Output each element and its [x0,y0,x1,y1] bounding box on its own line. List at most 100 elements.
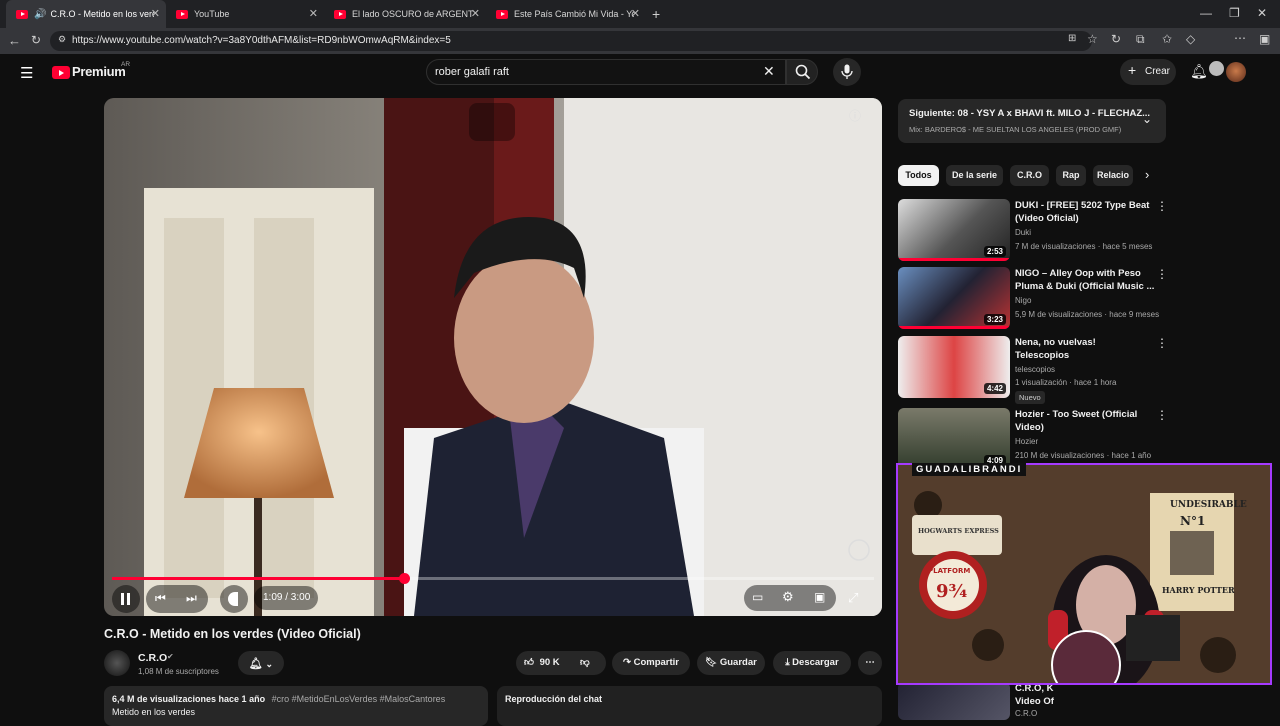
close-window-icon[interactable]: ✕ [1257,6,1267,20]
video-thumbnail[interactable] [898,682,1010,720]
poster-name: HARRY POTTER [1162,585,1235,595]
extension-icon[interactable]: ↻ [1111,32,1121,46]
close-tab-icon[interactable]: ✕ [471,7,480,20]
tab-youtube[interactable]: YouTube ✕ [166,0,324,28]
more-vertical-icon[interactable]: ⋮ [1156,336,1168,350]
close-tab-icon[interactable]: ✕ [631,7,640,20]
download-button[interactable]: ⤓ Descargar [773,651,851,675]
chip-rap[interactable]: Rap [1056,165,1086,186]
subscribe-notifications-button[interactable]: 🔔︎ ⌄ [238,651,284,675]
create-label: Crear [1145,66,1171,77]
tab-pais[interactable]: Este País Cambió Mi Vida - YouTub ✕ [486,0,646,28]
progress-scrubber-handle[interactable] [398,573,410,584]
clear-search-icon[interactable]: ✕ [763,63,775,80]
svg-text:ⓘ: ⓘ [849,109,861,123]
download-icon: ⤓ [785,657,790,668]
split-screen-icon[interactable]: ⧉ [1136,32,1145,47]
close-tab-icon[interactable]: ✕ [151,7,160,20]
recommendation-item[interactable]: 3:23 NIGO – Alley Oop with Peso Pluma & … [898,267,1168,329]
chip-de-la-serie[interactable]: De la serie [946,165,1003,186]
chat-replay-panel[interactable]: Reproducción del chat [497,686,882,726]
video-thumbnail[interactable]: 3:23 [898,267,1010,329]
minimize-icon[interactable]: — [1200,6,1212,20]
more-vertical-icon[interactable]: ⋮ [1156,199,1168,213]
voice-search-button[interactable] [833,58,861,86]
create-button[interactable]: + Crear [1120,59,1176,85]
previous-video-icon[interactable]: ⏮ [155,591,166,606]
more-vertical-icon[interactable]: ⋮ [1156,408,1168,422]
verified-check-icon: ✔ [167,652,174,661]
hamburger-menu-icon[interactable]: ☰ [20,64,33,82]
speaker-icon[interactable]: 🔊 [34,9,46,20]
like-count: 90 K [539,657,560,668]
recommendation-item[interactable]: 4:09 Hozier - Too Sweet (Official Video)… [898,408,1168,470]
fullscreen-icon[interactable]: ⤢ [848,590,858,606]
rec-meta: 1 visualización · hace 1 hora [1015,378,1117,387]
watched-progress [898,326,1010,329]
chip-todos[interactable]: Todos [898,165,939,186]
tab-argentina[interactable]: El lado OSCURO de ARGENTINA # ✕ [324,0,486,28]
subtitles-icon[interactable]: ▭ [752,590,763,604]
chip-relacionados[interactable]: Relacio [1093,165,1133,186]
pause-button[interactable] [112,585,140,613]
notifications-bell-icon[interactable]: 🔔︎ [1190,63,1208,80]
search-button[interactable] [786,59,818,85]
like-button[interactable]: 👍︎ 90 K [524,656,560,668]
save-button[interactable]: 🔖︎ Guardar [697,651,765,675]
site-info-icon[interactable]: ⚙ [58,34,66,45]
platform-label: PLATFORM [928,567,970,575]
youtube-logo-icon[interactable] [52,66,70,79]
video-player[interactable]: ⓘ ⏮ ⏭ 1:09 / 3:00 ▭ ⚙ ▣ ⤢ [104,98,882,616]
maximize-icon[interactable]: ❐ [1229,6,1240,20]
tab-cro[interactable]: 🔊 C.R.O - Metido en los verdes ✕ [6,0,166,28]
pause-icon [121,593,124,605]
new-tab-icon[interactable]: + [652,6,660,22]
video-title: C.R.O - Metido en los verdes (Video Ofic… [104,627,361,641]
more-menu-icon[interactable]: ⋯ [1234,31,1246,45]
recommendation-item[interactable]: 4:42 Nena, no vuelvas! Telescopios teles… [898,336,1168,404]
share-button[interactable]: ↷ Compartir [612,651,690,675]
more-vertical-icon[interactable]: ⋮ [1156,267,1168,281]
up-next-mix-panel[interactable]: Siguiente: 08 - YSY A x BHAVI ft. MILO J… [898,99,1166,143]
settings-gear-icon[interactable]: ⚙ [782,589,794,605]
duration-badge: 2:53 [983,246,1006,257]
sidebar-toggle-icon[interactable]: ▣ [1259,32,1270,46]
up-next-title: Siguiente: 08 - YSY A x BHAVI ft. MILO J… [909,108,1151,119]
more-actions-button[interactable]: ⋯ [858,651,882,675]
back-icon[interactable]: ← [8,33,21,48]
time-display: 1:09 / 3:00 [254,586,318,610]
search-query: rober galafi raft [435,66,509,78]
recommendation-item[interactable]: C.R.O, K Video Of C.R.O [898,682,1160,720]
favorites-icon[interactable]: ✩ [1162,32,1172,46]
rec-channel[interactable]: telescopios [1015,365,1055,374]
progress-bar[interactable] [112,573,874,584]
close-tab-icon[interactable]: ✕ [309,7,318,20]
shield-icon[interactable]: ◇ [1186,32,1195,46]
rec-channel[interactable]: Hozier [1015,437,1038,446]
chip-cro[interactable]: C.R.O [1010,165,1049,186]
rec-channel[interactable]: Nigo [1015,296,1031,305]
reload-icon[interactable]: ↻ [31,33,41,47]
channel-name[interactable]: C.R.O [138,652,167,664]
description-box[interactable]: 6,4 M de visualizaciones hace 1 año #cro… [104,686,488,726]
rec-channel[interactable]: Duki [1015,228,1031,237]
next-video-icon[interactable]: ⏭ [186,591,197,606]
user-avatar[interactable] [1226,62,1246,82]
video-thumbnail[interactable]: 4:42 [898,336,1010,398]
dislike-button[interactable]: 👎︎ [580,656,590,668]
channel-avatar[interactable] [104,650,130,676]
miniplayer-icon[interactable]: ▣ [814,590,825,604]
premium-logo-text[interactable]: Premium [72,64,126,79]
address-bar[interactable]: ⚙ https://www.youtube.com/watch?v=3a8Y0d… [50,31,1092,51]
video-thumbnail[interactable]: 4:09 [898,408,1010,470]
chips-next-arrow-icon[interactable]: › [1145,167,1149,182]
description-hashtags[interactable]: #cro #MetidoEnLosVerdes #MalosCantores [272,694,446,704]
recommendation-item[interactable]: 2:53 DUKI - [FREE] 5202 Type Beat (Video… [898,199,1168,261]
rec-channel[interactable]: C.R.O [1015,709,1037,718]
search-input[interactable]: rober galafi raft [426,59,786,85]
volume-button[interactable] [220,585,248,613]
expand-chevron-icon[interactable]: ⌄ [1142,112,1152,126]
apps-icon[interactable]: ⊞ [1068,33,1076,44]
video-thumbnail[interactable]: 2:53 [898,199,1010,261]
bookmark-star-icon[interactable]: ☆ [1087,32,1098,46]
